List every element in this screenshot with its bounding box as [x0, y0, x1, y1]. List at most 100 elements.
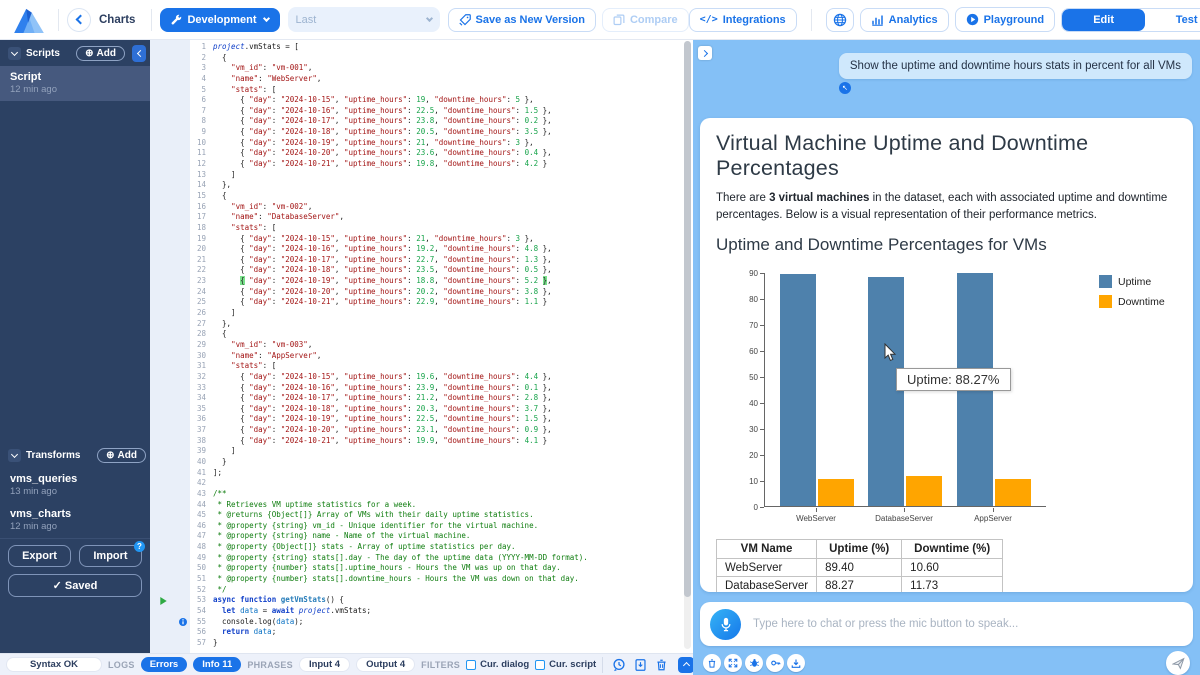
sidebar-item-script[interactable]: Script 12 min ago — [0, 66, 150, 101]
code-line[interactable]: 38 { "day": "2024-10-21", "uptime_hours"… — [150, 436, 683, 447]
code-line[interactable]: 48 * @property {Object[]} stats - Array … — [150, 542, 683, 553]
fullscreen-icon[interactable] — [724, 654, 742, 672]
code-line[interactable]: 44 * Retrieves VM uptime statistics for … — [150, 500, 683, 511]
code-line[interactable]: 57} — [150, 638, 683, 649]
code-line[interactable]: 14 }, — [150, 180, 683, 191]
sidebar-item-vms-queries[interactable]: vms_queries 13 min ago — [0, 468, 150, 503]
language-globe-button[interactable] — [826, 8, 854, 32]
code-line[interactable]: 4 "name": "WebServer", — [150, 74, 683, 85]
scrollbar-thumb[interactable] — [684, 41, 691, 597]
code-line[interactable]: 12 { "day": "2024-10-21", "uptime_hours"… — [150, 159, 683, 170]
code-line[interactable]: 49 * @property {string} stats[].day - Th… — [150, 553, 683, 564]
errors-filter-pill[interactable]: Errors — [141, 657, 188, 672]
code-line[interactable]: 37 { "day": "2024-10-20", "uptime_hours"… — [150, 425, 683, 436]
code-line[interactable]: 7 { "day": "2024-10-16", "uptime_hours":… — [150, 106, 683, 117]
sidebar-item-vms-charts[interactable]: vms_charts 12 min ago — [0, 503, 150, 538]
code-line[interactable]: 3 "vm_id": "vm-001", — [150, 63, 683, 74]
code-line[interactable]: 16 "vm_id": "vm-002", — [150, 202, 683, 213]
code-line[interactable]: 2 { — [150, 53, 683, 64]
chat-text-input[interactable]: Type here to chat or press the mic butto… — [753, 618, 1183, 630]
cur-dialog-checkbox[interactable] — [466, 660, 476, 670]
uptime-bar-DatabaseServer[interactable] — [868, 277, 904, 507]
code-line[interactable]: 15 { — [150, 191, 683, 202]
code-line[interactable]: 9 { "day": "2024-10-18", "uptime_hours":… — [150, 127, 683, 138]
output-count-pill[interactable]: Output 4 — [356, 657, 415, 672]
chat-input-bar[interactable]: Type here to chat or press the mic butto… — [700, 602, 1193, 646]
code-line[interactable]: 11 { "day": "2024-10-20", "uptime_hours"… — [150, 148, 683, 159]
code-line[interactable]: 32 { "day": "2024-10-15", "uptime_hours"… — [150, 372, 683, 383]
sidebar-collapse-button[interactable] — [132, 45, 146, 62]
code-line[interactable]: 8 { "day": "2024-10-17", "uptime_hours":… — [150, 116, 683, 127]
code-line[interactable]: 41]; — [150, 468, 683, 479]
integrations-button[interactable]: </> Integrations — [689, 8, 797, 32]
analytics-button[interactable]: Analytics — [860, 8, 949, 32]
code-line[interactable]: 35 { "day": "2024-10-18", "uptime_hours"… — [150, 404, 683, 415]
development-dropdown[interactable]: Development — [160, 8, 279, 32]
import-button[interactable]: Import ? — [79, 545, 142, 567]
code-line[interactable]: 34 { "day": "2024-10-17", "uptime_hours"… — [150, 393, 683, 404]
download-chat-icon[interactable] — [787, 654, 805, 672]
code-line[interactable]: 56 return data; — [150, 627, 683, 638]
code-line[interactable]: 28 { — [150, 329, 683, 340]
downtime-bar-AppServer[interactable] — [995, 479, 1031, 506]
playground-button[interactable]: Playground — [955, 7, 1056, 32]
download-log-icon[interactable] — [634, 658, 647, 672]
code-line[interactable]: 25 { "day": "2024-10-21", "uptime_hours"… — [150, 297, 683, 308]
code-line[interactable]: 31 "stats": [ — [150, 361, 683, 372]
code-line[interactable]: 23 { "day": "2024-10-19", "uptime_hours"… — [150, 276, 683, 287]
code-line[interactable]: 47 * @property {string} name - Name of t… — [150, 531, 683, 542]
add-transform-button[interactable]: ⊕ Add — [97, 448, 146, 463]
code-line[interactable]: 27 }, — [150, 319, 683, 330]
jump-to-source-icon[interactable]: ↖ — [839, 82, 851, 94]
tab-test[interactable]: Test — [1145, 9, 1200, 31]
code-line[interactable]: 29 "vm_id": "vm-003", — [150, 340, 683, 351]
breadcrumb[interactable]: Charts — [99, 14, 135, 26]
log-history-icon[interactable] — [612, 658, 626, 672]
code-line[interactable]: 6 { "day": "2024-10-15", "uptime_hours":… — [150, 95, 683, 106]
code-editor[interactable]: 1project.vmStats = [2 {3 "vm_id": "vm-00… — [150, 40, 693, 653]
saved-button[interactable]: ✓ Saved — [8, 574, 142, 597]
code-line[interactable]: 43/** — [150, 489, 683, 500]
save-as-new-version-button[interactable]: Save as New Version — [448, 8, 596, 32]
add-script-button[interactable]: ⊕ Add — [76, 46, 125, 61]
compare-button[interactable]: Compare — [602, 8, 689, 32]
version-select[interactable]: Last — [288, 7, 440, 32]
back-button[interactable] — [67, 8, 91, 32]
code-line[interactable]: 18 "stats": [ — [150, 223, 683, 234]
downtime-bar-WebServer[interactable] — [818, 479, 854, 507]
code-line[interactable]: 53async function getVmStats() { — [150, 595, 683, 606]
expand-panel-button[interactable] — [698, 46, 712, 60]
code-line[interactable]: 20 { "day": "2024-10-16", "uptime_hours"… — [150, 244, 683, 255]
debug-bug-icon[interactable] — [745, 654, 763, 672]
downtime-bar-DatabaseServer[interactable] — [906, 476, 942, 506]
code-line[interactable]: 55 console.log(data); — [150, 617, 683, 628]
mic-button[interactable] — [710, 609, 741, 640]
code-line[interactable]: 45 * @returns {Object[]} Array of VMs wi… — [150, 510, 683, 521]
tab-edit[interactable]: Edit — [1062, 9, 1145, 31]
api-key-icon[interactable] — [766, 654, 784, 672]
code-line[interactable]: 21 { "day": "2024-10-17", "uptime_hours"… — [150, 255, 683, 266]
code-line[interactable]: 52 */ — [150, 585, 683, 596]
code-line[interactable]: 1project.vmStats = [ — [150, 42, 683, 53]
code-line[interactable]: 13 ] — [150, 170, 683, 181]
code-line[interactable]: 19 { "day": "2024-10-15", "uptime_hours"… — [150, 234, 683, 245]
cur-script-filter[interactable]: Cur. script — [535, 659, 596, 670]
code-line[interactable]: 40 } — [150, 457, 683, 468]
code-line[interactable]: 30 "name": "AppServer", — [150, 351, 683, 362]
editor-scrollbar[interactable] — [684, 41, 691, 649]
collapse-panel-button[interactable] — [678, 657, 694, 673]
info-filter-pill[interactable]: Info 11 — [193, 657, 241, 672]
code-line[interactable]: 22 { "day": "2024-10-18", "uptime_hours"… — [150, 265, 683, 276]
code-line[interactable]: 26 ] — [150, 308, 683, 319]
code-line[interactable]: 36 { "day": "2024-10-19", "uptime_hours"… — [150, 414, 683, 425]
input-count-pill[interactable]: Input 4 — [299, 657, 350, 672]
code-line[interactable]: 50 * @property {number} stats[].uptime_h… — [150, 563, 683, 574]
help-badge[interactable]: ? — [134, 541, 145, 552]
uptime-downtime-chart[interactable]: UptimeDowntime Uptime: 88.27% 0102030405… — [716, 265, 1177, 527]
uptime-bar-WebServer[interactable] — [780, 274, 816, 506]
clear-logs-trash-icon[interactable] — [655, 658, 668, 672]
code-line[interactable]: 39 ] — [150, 446, 683, 457]
code-line[interactable]: 46 * @property {string} vm_id - Unique i… — [150, 521, 683, 532]
code-line[interactable]: 54 let data = await project.vmStats; — [150, 606, 683, 617]
transforms-collapse-icon[interactable] — [8, 449, 21, 462]
